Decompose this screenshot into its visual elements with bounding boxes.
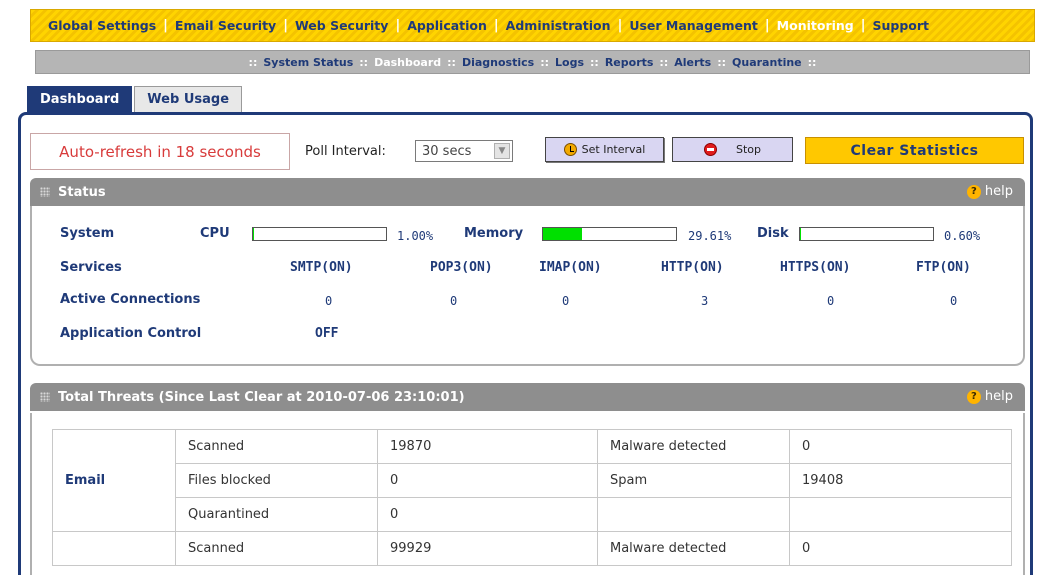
tab-web-usage[interactable]: Web Usage <box>134 86 243 112</box>
subnav-logs[interactable]: Logs <box>551 56 588 69</box>
auto-refresh-text: Auto-refresh in 18 seconds <box>30 133 290 170</box>
help-icon: ? <box>966 389 981 404</box>
cpu-bar <box>252 227 387 241</box>
grip-icon <box>40 187 50 197</box>
table-cell: 19408 <box>789 463 1012 498</box>
memory-bar <box>542 227 677 241</box>
table-cell <box>597 497 790 532</box>
subnav-alerts[interactable]: Alerts <box>670 56 715 69</box>
tab-dashboard[interactable]: Dashboard <box>27 86 133 112</box>
tab-bar: Dashboard Web Usage <box>27 86 244 112</box>
system-label: System <box>60 226 115 241</box>
status-header: Status ? help <box>30 178 1025 206</box>
help-icon: ? <box>966 184 981 199</box>
table-row: Scanned 99929 Malware detected 0 <box>52 531 1012 566</box>
memory-bar-fill <box>543 228 583 240</box>
table-row: Email Scanned 19870 Malware detected 0 <box>52 429 1012 532</box>
service-smtp: SMTP(ON) <box>290 260 353 275</box>
set-interval-button[interactable]: Set Interval <box>545 137 664 162</box>
clock-icon <box>563 143 577 156</box>
table-cell: Malware detected <box>597 531 790 566</box>
poll-interval-value: 30 secs <box>422 143 472 159</box>
nav-monitoring[interactable]: Monitoring <box>770 18 861 33</box>
disk-bar <box>799 227 934 241</box>
cpu-label: CPU <box>200 226 230 241</box>
connections-https: 0 <box>827 294 835 308</box>
status-title: Status <box>58 184 106 200</box>
status-help-label: help <box>984 184 1013 199</box>
grip-icon <box>40 392 50 402</box>
table-row: Files blocked 0 Spam 19408 <box>53 463 1012 498</box>
clear-statistics-button[interactable]: Clear Statistics <box>805 137 1024 164</box>
poll-interval-select[interactable]: 30 secs ▼ <box>415 140 513 162</box>
table-cell: 99929 <box>377 531 598 566</box>
nav-email-security[interactable]: Email Security <box>168 18 283 33</box>
nav-support[interactable]: Support <box>866 18 937 33</box>
service-pop3: POP3(ON) <box>430 260 493 275</box>
nav-global-settings[interactable]: Global Settings <box>41 18 163 33</box>
table-cell: Spam <box>597 463 790 498</box>
email-group-label: Email <box>52 429 176 532</box>
sub-nav: :: System Status:: Dashboard:: Diagnosti… <box>35 50 1030 74</box>
subnav-system-status[interactable]: System Status <box>259 56 357 69</box>
connections-http: 3 <box>701 294 709 308</box>
service-http: HTTP(ON) <box>661 260 724 275</box>
stop-icon <box>703 143 717 156</box>
disk-label: Disk <box>757 226 789 241</box>
nav-user-management[interactable]: User Management <box>622 18 765 33</box>
threats-table: Email Scanned 19870 Malware detected 0 F… <box>52 429 1012 566</box>
table-cell: 0 <box>789 531 1012 566</box>
nav-application[interactable]: Application <box>400 18 494 33</box>
threats-header: Total Threats (Since Last Clear at 2010-… <box>30 383 1025 411</box>
threats-help-link[interactable]: ? help <box>966 389 1013 404</box>
web-group-label <box>52 531 176 566</box>
table-cell: 0 <box>789 429 1012 464</box>
table-cell: Malware detected <box>597 429 790 464</box>
status-help-link[interactable]: ? help <box>966 184 1013 199</box>
connections-pop3: 0 <box>450 294 458 308</box>
stop-label: Stop <box>735 143 761 156</box>
table-cell: 19870 <box>377 429 598 464</box>
table-cell: Scanned <box>175 429 378 464</box>
nav-web-security[interactable]: Web Security <box>288 18 395 33</box>
cpu-bar-fill <box>253 228 255 240</box>
nav-administration[interactable]: Administration <box>499 18 618 33</box>
top-nav: Global Settings | Email Security | Web Sec… <box>30 9 1035 42</box>
connections-smtp: 0 <box>325 294 333 308</box>
subnav-dashboard[interactable]: Dashboard <box>370 56 445 69</box>
poll-interval-label: Poll Interval: <box>305 144 386 159</box>
chevron-down-icon[interactable]: ▼ <box>494 143 510 159</box>
service-imap: IMAP(ON) <box>539 260 602 275</box>
services-label: Services <box>60 260 122 275</box>
threats-title: Total Threats (Since Last Clear at 2010-… <box>58 389 465 405</box>
disk-bar-fill <box>800 228 802 240</box>
table-cell: Files blocked <box>175 463 378 498</box>
stop-button[interactable]: Stop <box>672 137 793 162</box>
application-control-value: OFF <box>315 326 339 341</box>
subnav-quarantine[interactable]: Quarantine <box>728 56 806 69</box>
table-row: Quarantined 0 <box>53 497 1012 532</box>
connections-imap: 0 <box>562 294 570 308</box>
cpu-value: 1.00% <box>397 229 434 243</box>
status-panel: System CPU 1.00% Memory 29.61% Disk 0.60… <box>30 206 1025 366</box>
memory-value: 29.61% <box>688 229 732 243</box>
subnav-diagnostics[interactable]: Diagnostics <box>458 56 538 69</box>
table-cell: Quarantined <box>175 497 378 532</box>
service-https: HTTPS(ON) <box>780 260 851 275</box>
threats-help-label: help <box>984 389 1013 404</box>
table-cell <box>789 497 1012 532</box>
service-ftp: FTP(ON) <box>916 260 971 275</box>
connections-ftp: 0 <box>950 294 958 308</box>
disk-value: 0.60% <box>944 229 981 243</box>
subnav-reports[interactable]: Reports <box>601 56 658 69</box>
threats-panel: Email Scanned 19870 Malware detected 0 F… <box>30 413 1025 575</box>
application-control-label: Application Control <box>60 326 202 341</box>
table-cell: 0 <box>377 497 598 532</box>
table-cell: 0 <box>377 463 598 498</box>
set-interval-label: Set Interval <box>581 143 646 156</box>
table-cell: Scanned <box>175 531 378 566</box>
memory-label: Memory <box>464 226 524 241</box>
active-connections-label: Active Connections <box>60 292 201 307</box>
